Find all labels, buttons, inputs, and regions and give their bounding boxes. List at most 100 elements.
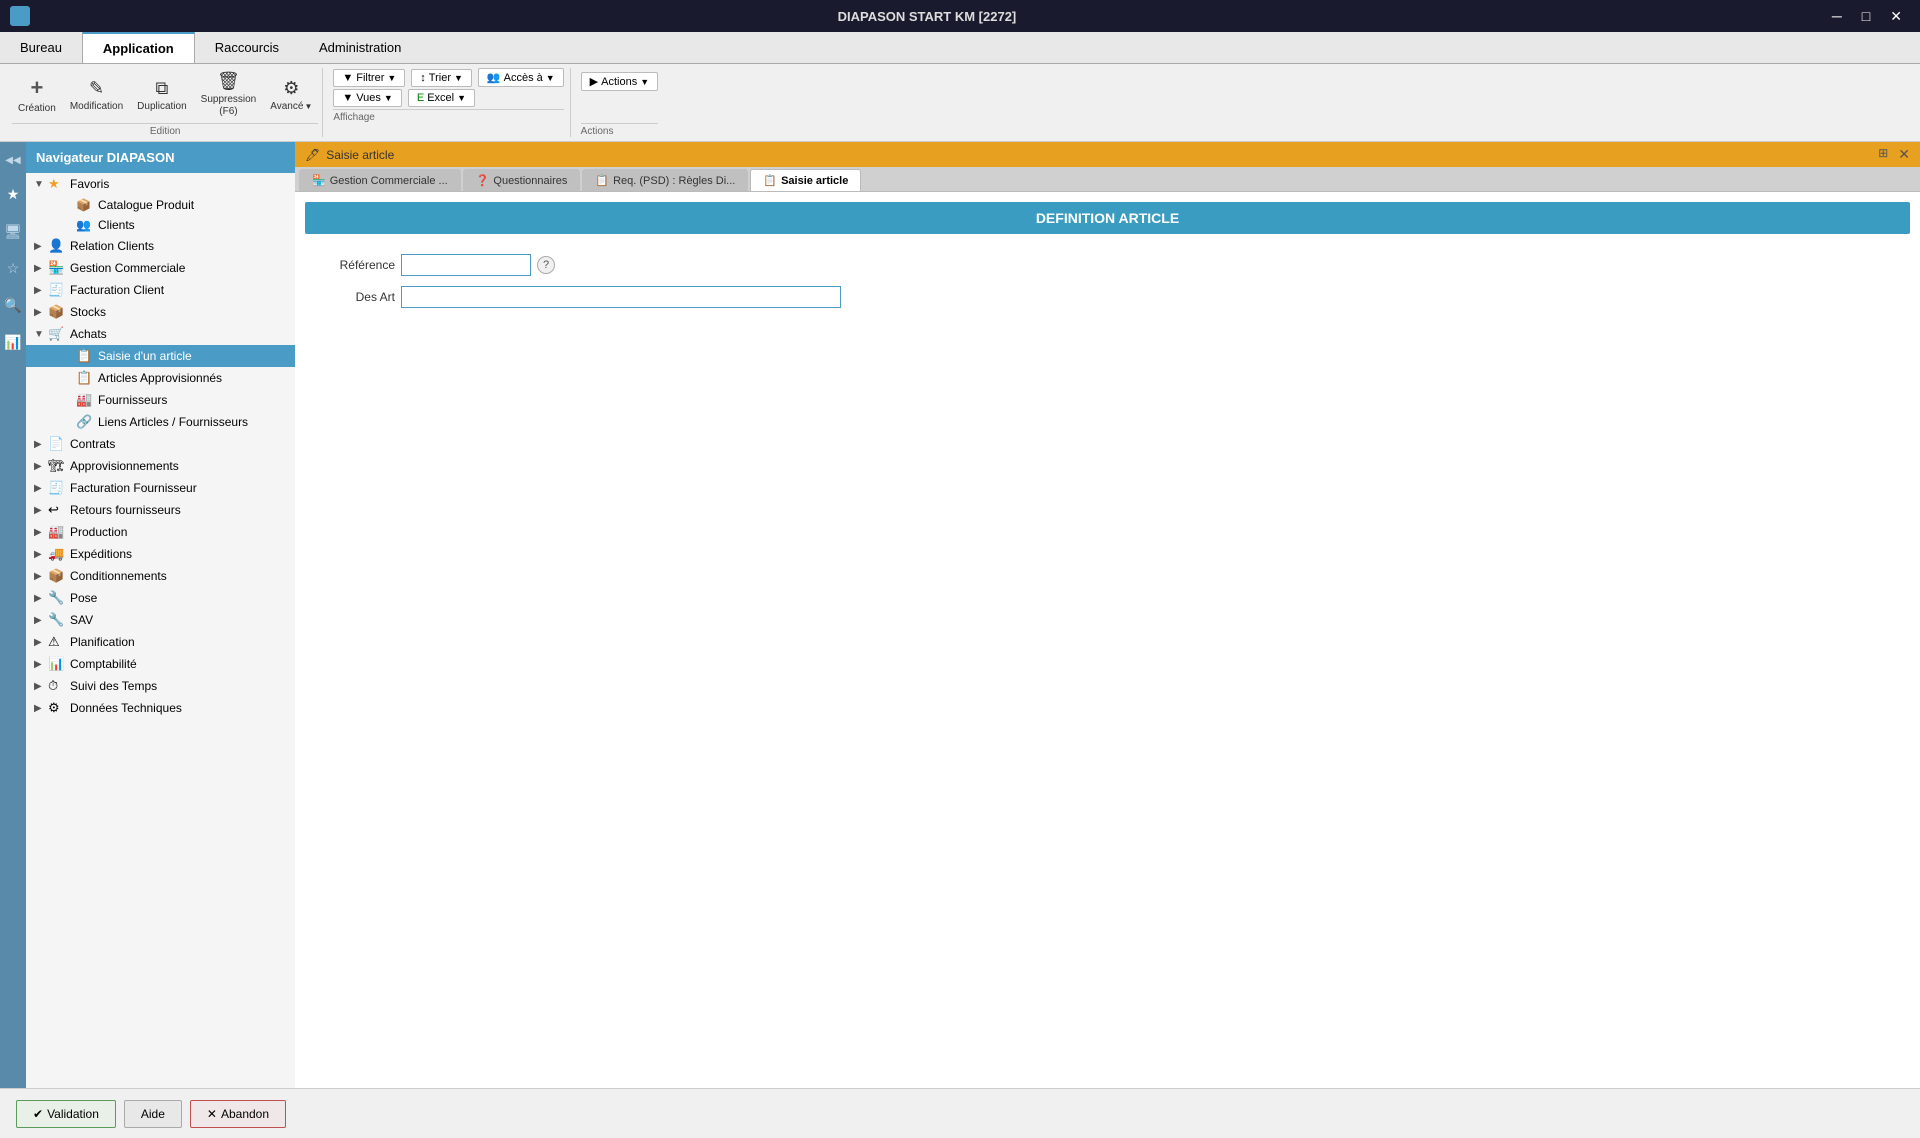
copy-icon: ⧉	[155, 78, 168, 99]
fact-client-icon: 🧾	[48, 282, 66, 298]
sort-icon: ↕	[420, 72, 426, 84]
expand-retours-icon: ▶	[34, 505, 48, 516]
menu-item-administration[interactable]: Administration	[299, 32, 421, 63]
sidebar-item-pose[interactable]: ▶ 🔧 Pose	[26, 587, 295, 609]
tab-saisie-article[interactable]: 📋 Saisie article	[750, 169, 861, 191]
aide-button[interactable]: Aide	[124, 1100, 182, 1128]
avance-button[interactable]: ⚙ Avancé ▼	[264, 68, 318, 121]
stocks-icon: 📦	[48, 304, 66, 320]
form-fields: Référence ? Des Art	[295, 244, 1920, 328]
chevron-trier-icon: ▼	[454, 73, 463, 83]
menu-item-raccourcis[interactable]: Raccourcis	[195, 32, 299, 63]
tabs-bar: 🏪 Gestion Commerciale ... ❓ Questionnair…	[295, 167, 1920, 192]
sidebar-item-stocks[interactable]: ▶ 📦 Stocks	[26, 301, 295, 323]
star-tree-icon: ★	[48, 176, 66, 192]
sidebar-item-articles-appro[interactable]: 📋 Articles Approvisionnés	[26, 367, 295, 389]
minimize-button[interactable]: ─	[1824, 6, 1850, 27]
panel-title-text: Saisie article	[326, 148, 394, 162]
tab-req-icon: 📋	[595, 174, 609, 187]
reference-input[interactable]	[401, 254, 531, 276]
compta-label: Comptabilité	[70, 657, 137, 671]
expand-plan-icon: ▶	[34, 637, 48, 648]
sidebar-item-clients[interactable]: 👥 Clients	[26, 215, 295, 235]
appro-icon: 📋	[76, 370, 94, 386]
sidebar-item-conditionnements[interactable]: ▶ 📦 Conditionnements	[26, 565, 295, 587]
expand-compta-icon: ▶	[34, 659, 48, 670]
search-sidebar-icon[interactable]: 🔍	[1, 294, 24, 317]
donnees-label: Données Techniques	[70, 701, 182, 715]
x-icon: ✕	[207, 1107, 217, 1121]
suppression-button[interactable]: 🗑 Suppression(F6)	[195, 68, 263, 121]
back-icon[interactable]: ◀◀	[2, 152, 23, 169]
filtrer-button[interactable]: ▼ Filtrer ▼	[333, 69, 405, 87]
sidebar-item-relation-clients[interactable]: ▶ 👤 Relation Clients	[26, 235, 295, 257]
sidebar-item-expeditions[interactable]: ▶ 🚚 Expéditions	[26, 543, 295, 565]
sidebar-item-sav[interactable]: ▶ 🔧 SAV	[26, 609, 295, 631]
panel-close-icon[interactable]: ✕	[1898, 146, 1910, 163]
fourn-label: Fournisseurs	[98, 393, 167, 407]
creation-button[interactable]: + Création	[12, 68, 62, 121]
excel-button[interactable]: E Excel ▼	[408, 89, 475, 107]
tab-gestion-comm[interactable]: 🏪 Gestion Commerciale ...	[299, 169, 461, 191]
sidebar-item-suivi-temps[interactable]: ▶ ⏱ Suivi des Temps	[26, 675, 295, 697]
menu-item-bureau[interactable]: Bureau	[0, 32, 82, 63]
exp-label: Expéditions	[70, 547, 132, 561]
expand-achats-icon: ▼	[34, 329, 48, 340]
action-icon: ▶	[590, 75, 598, 88]
sidebar-item-achats[interactable]: ▼ 🛒 Achats	[26, 323, 295, 345]
sidebar-item-contrats[interactable]: ▶ 📄 Contrats	[26, 433, 295, 455]
actions-button[interactable]: ▶ Actions ▼	[581, 72, 658, 91]
panel-controls: ⊞ ✕	[1878, 146, 1910, 163]
chevron-excel-icon: ▼	[457, 93, 466, 103]
sidebar-item-gestion-comm[interactable]: ▶ 🏪 Gestion Commerciale	[26, 257, 295, 279]
expand-cond-icon: ▶	[34, 571, 48, 582]
expand-pose-icon: ▶	[34, 593, 48, 604]
bookmark-icon[interactable]: ☆	[4, 257, 23, 280]
monitor-icon[interactable]: 🖥	[1, 220, 25, 243]
bottom-bar: ✔ Validation Aide ✕ Abandon	[0, 1088, 1920, 1138]
sidebar-item-comptabilite[interactable]: ▶ 📊 Comptabilité	[26, 653, 295, 675]
expand-factfourn-icon: ▶	[34, 483, 48, 494]
sidebar-item-saisie-article[interactable]: 📋 Saisie d'un article	[26, 345, 295, 367]
toolbar-edition-section: + Création ✎ Modification ⧉ Duplication …	[8, 68, 323, 137]
sidebar-item-catalogue[interactable]: 📦 Catalogue Produit	[26, 195, 295, 215]
saisie-icon: 📋	[76, 348, 94, 364]
sidebar-item-donnees-tech[interactable]: ▶ ⚙ Données Techniques	[26, 697, 295, 719]
sidebar-item-planification[interactable]: ▶ ⚠ Planification	[26, 631, 295, 653]
abandon-button[interactable]: ✕ Abandon	[190, 1100, 286, 1128]
vues-button[interactable]: ▼ Vues ▼	[333, 89, 401, 107]
sav-label: SAV	[70, 613, 93, 627]
sidebar-item-retours[interactable]: ▶ ↩ Retours fournisseurs	[26, 499, 295, 521]
panel-expand-icon[interactable]: ⊞	[1878, 146, 1888, 163]
favoris-label: Favoris	[70, 177, 109, 191]
tab-req-psd[interactable]: 📋 Req. (PSD) : Règles Di...	[582, 169, 748, 191]
access-icon: 👥	[487, 71, 501, 84]
modification-button[interactable]: ✎ Modification	[64, 68, 129, 121]
check-icon: ✔	[33, 1107, 43, 1121]
plus-icon: +	[30, 75, 43, 101]
expand-donnees-icon: ▶	[34, 703, 48, 714]
gestion-label: Gestion Commerciale	[70, 261, 185, 275]
favorites-icon[interactable]: ★	[4, 183, 23, 206]
sidebar-item-production[interactable]: ▶ 🏭 Production	[26, 521, 295, 543]
tab-questionnaires[interactable]: ❓ Questionnaires	[463, 169, 581, 191]
acces-a-button[interactable]: 👥 Accès à ▼	[478, 68, 564, 87]
sidebar-item-liens-articles[interactable]: 🔗 Liens Articles / Fournisseurs	[26, 411, 295, 433]
trier-button[interactable]: ↕ Trier ▼	[411, 69, 472, 87]
sidebar-item-fournisseurs[interactable]: 🏭 Fournisseurs	[26, 389, 295, 411]
sidebar-item-facturation-fourn[interactable]: ▶ 🧾 Facturation Fournisseur	[26, 477, 295, 499]
reference-help-icon[interactable]: ?	[537, 256, 555, 274]
sidebar-item-approv[interactable]: ▶ 🏗 Approvisionnements	[26, 455, 295, 477]
stats-icon[interactable]: 📊	[1, 331, 24, 354]
validation-button[interactable]: ✔ Validation	[16, 1100, 116, 1128]
fourn-icon: 🏭	[76, 392, 94, 408]
duplication-button[interactable]: ⧉ Duplication	[131, 68, 192, 121]
maximize-button[interactable]: □	[1854, 6, 1878, 27]
sidebar-item-favoris[interactable]: ▼ ★ Favoris	[26, 173, 295, 195]
fact-client-label: Facturation Client	[70, 283, 164, 297]
compta-icon: 📊	[48, 656, 66, 672]
menu-item-application[interactable]: Application	[82, 32, 195, 63]
desart-input[interactable]	[401, 286, 841, 308]
close-button[interactable]: ✕	[1882, 6, 1910, 27]
sidebar-item-facturation-client[interactable]: ▶ 🧾 Facturation Client	[26, 279, 295, 301]
